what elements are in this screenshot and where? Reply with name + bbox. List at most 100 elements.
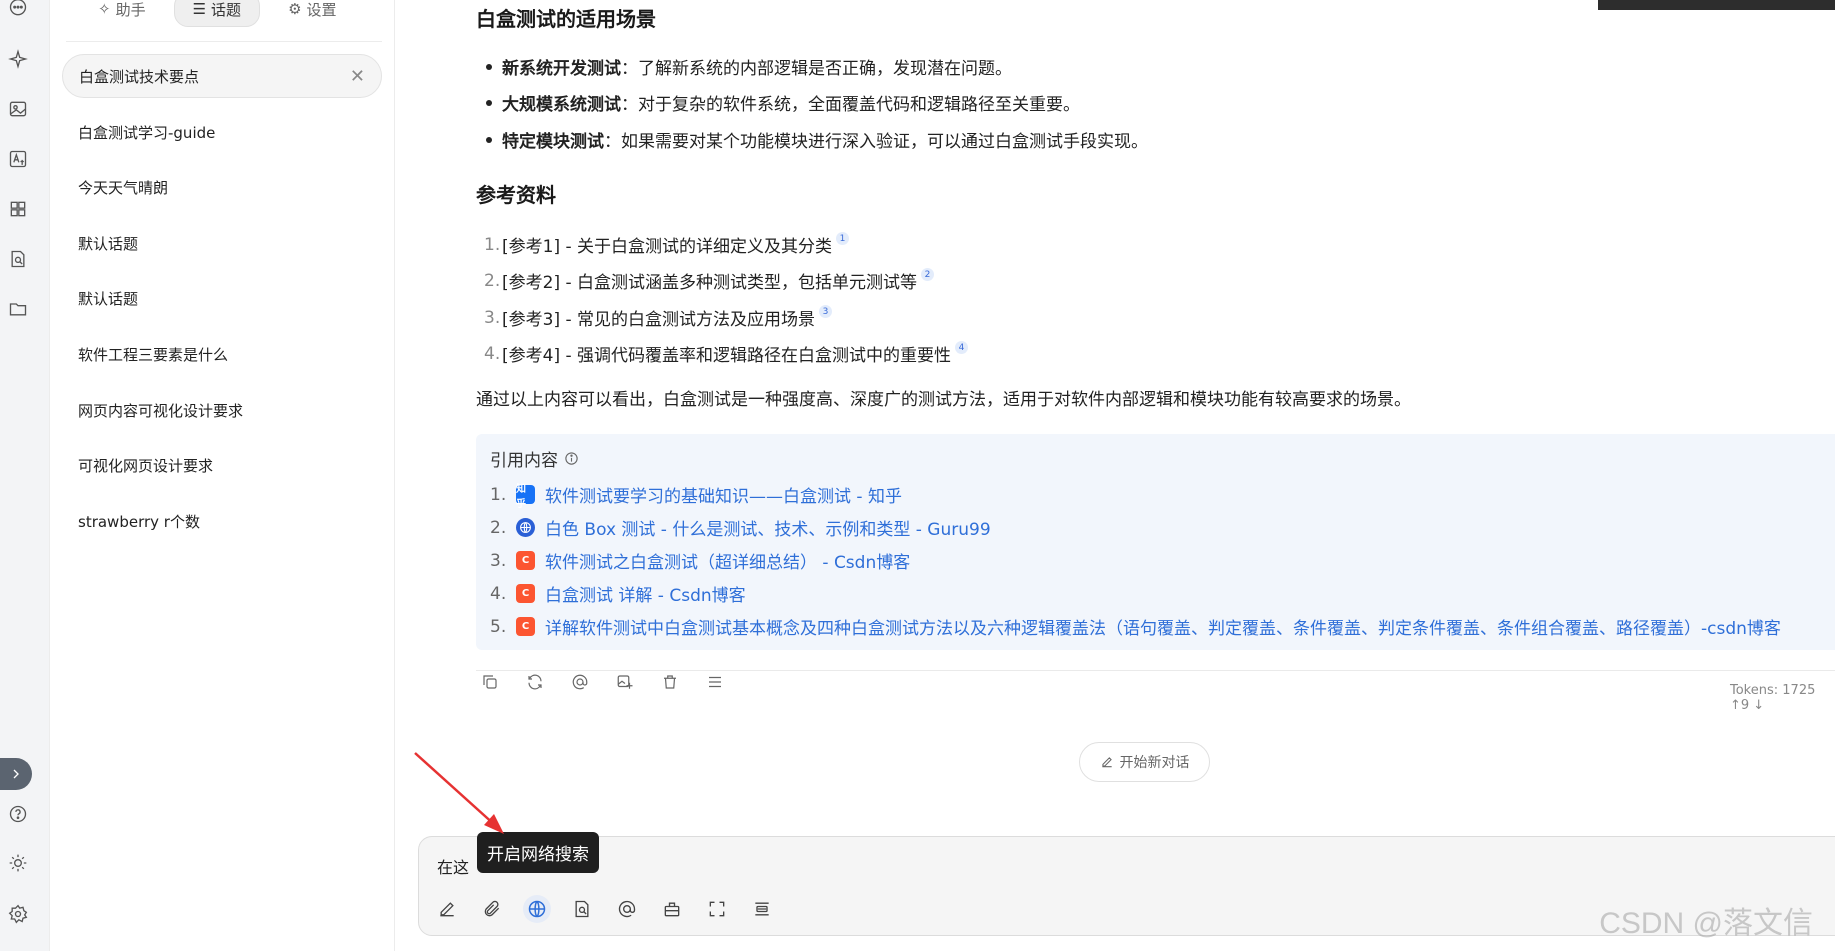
icon-rail: [0, 0, 50, 951]
info-icon[interactable]: [564, 451, 579, 466]
topic-label: 默认话题: [78, 234, 139, 253]
globe-icon: [516, 518, 535, 537]
bold-term: 新系统开发测试: [502, 59, 621, 79]
list-number: 2.: [484, 270, 501, 291]
topic-item[interactable]: 白盒测试学习-guide: [62, 110, 382, 154]
file-search-icon[interactable]: [6, 247, 30, 271]
bold-term: 特定模块测试: [502, 132, 604, 152]
fullscreen-icon[interactable]: [703, 895, 731, 923]
citation-link[interactable]: 软件测试之白盒测试（超详细总结） - Csdn博客: [545, 548, 910, 573]
citation-marker[interactable]: 1: [836, 232, 850, 245]
citation-item[interactable]: 4. C 白盒测试 详解 - Csdn博客: [490, 581, 746, 607]
topic-item[interactable]: 可视化网页设计要求: [62, 443, 382, 487]
citation-item[interactable]: 1. 知乎 软件测试要学习的基础知识——白盒测试 - 知乎: [490, 482, 902, 510]
section-heading: 白盒测试的适用场景: [476, 7, 656, 31]
expand-sidebar-button[interactable]: [0, 758, 32, 790]
tab-assistant[interactable]: ✧ 助手: [80, 0, 164, 26]
list-item: 3. [参考3] - 常见的白盒测试方法及应用场景 3: [484, 305, 833, 330]
theme-sun-icon[interactable]: [6, 851, 30, 875]
topic-label: 网页内容可视化设计要求: [78, 401, 244, 420]
topic-item[interactable]: 默认话题: [62, 276, 382, 320]
clear-context-icon[interactable]: [748, 895, 776, 923]
list-number: 1.: [490, 484, 507, 505]
knowledge-base-icon[interactable]: [568, 895, 596, 923]
close-icon[interactable]: ✕: [350, 66, 365, 87]
topic-item[interactable]: strawberry r个数: [62, 499, 382, 543]
topic-item[interactable]: 默认话题: [62, 221, 382, 265]
citations-panel: 引用内容 1. 知乎 软件测试要学习的基础知识——白盒测试 - 知乎 2. 白色…: [476, 434, 1835, 650]
regenerate-icon[interactable]: [521, 668, 548, 695]
list-number: 3.: [490, 550, 507, 571]
tab-topics[interactable]: ☰ 话题: [173, 0, 261, 27]
topic-sidebar: ✧ 助手 ☰ 话题 ⚙ 设置 白盒测试技术要点 ✕ 白盒测试学习-guide 今…: [50, 0, 395, 951]
citation-link[interactable]: 白盒测试 详解 - Csdn博客: [545, 581, 746, 606]
topic-label: 白盒测试学习-guide: [78, 123, 216, 142]
citation-marker[interactable]: 2: [921, 268, 935, 281]
menu-icon[interactable]: [701, 668, 728, 695]
list-number: 5.: [490, 616, 507, 637]
folder-icon[interactable]: [6, 297, 30, 321]
copy-icon[interactable]: [476, 668, 503, 695]
topic-label: 软件工程三要素是什么: [78, 345, 229, 364]
csdn-icon: C: [516, 617, 535, 636]
tab-label: 助手: [115, 0, 146, 19]
message-actions: [476, 668, 728, 695]
settings-gear-icon[interactable]: [6, 902, 30, 926]
list-number: 2.: [490, 517, 507, 538]
topic-label: 默认话题: [78, 289, 139, 308]
topic-item[interactable]: 软件工程三要素是什么: [62, 332, 382, 376]
new-chat-label: 开始新对话: [1119, 755, 1190, 771]
new-chat-button[interactable]: 开始新对话: [1079, 742, 1210, 782]
bold-term: 大规模系统测试: [502, 95, 621, 115]
attachment-icon[interactable]: [478, 895, 506, 923]
web-search-tooltip: 开启网络搜索: [477, 832, 599, 873]
item-text: ：对于复杂的软件系统，全面覆盖代码和逻辑路径至关重要。: [621, 95, 1080, 115]
list-item: 1. [参考1] - 关于白盒测试的详细定义及其分类 1: [484, 232, 850, 257]
list-item: 2. [参考2] - 白盒测试涵盖多种测试类型，包括单元测试等 2: [484, 268, 935, 293]
list-icon: ☰: [192, 0, 207, 18]
plugin-icon[interactable]: [658, 895, 686, 923]
list-item: 大规模系统测试 ：对于复杂的软件系统，全面覆盖代码和逻辑路径至关重要。: [486, 90, 1080, 115]
bullet-dot: [486, 136, 492, 143]
help-icon[interactable]: [6, 802, 30, 826]
edit-icon: [1101, 757, 1112, 768]
citation-link[interactable]: 详解软件测试中白盒测试基本概念及四种白盒测试方法以及六种逻辑覆盖法（语句覆盖、判…: [545, 614, 1781, 639]
citation-item[interactable]: 2. 白色 Box 测试 - 什么是测试、技术、示例和类型 - Guru99: [490, 515, 991, 541]
new-topic-icon[interactable]: [433, 895, 461, 923]
chat-icon[interactable]: [6, 0, 30, 20]
summary-paragraph: 通过以上内容可以看出，白盒测试是一种强度高、深度广的测试方法，适用于对软件内部逻…: [476, 390, 1411, 410]
image-icon[interactable]: [6, 97, 30, 121]
translate-icon[interactable]: [6, 147, 30, 171]
image-export-icon[interactable]: [611, 668, 638, 695]
citation-link[interactable]: 软件测试要学习的基础知识——白盒测试 - 知乎: [545, 482, 902, 507]
item-text: ：如果需要对某个功能模块进行深入验证，可以通过白盒测试手段实现。: [604, 132, 1148, 152]
list-number: 3.: [484, 307, 501, 328]
topic-item[interactable]: 今天天气晴朗: [62, 165, 382, 209]
sparkle-icon[interactable]: [6, 47, 30, 71]
item-text: ：了解新系统的内部逻辑是否正确，发现潜在问题。: [621, 59, 1012, 79]
section-heading: 参考资料: [476, 183, 556, 207]
tab-settings[interactable]: ⚙ 设置: [270, 0, 354, 26]
citation-item[interactable]: 5. C 详解软件测试中白盒测试基本概念及四种白盒测试方法以及六种逻辑覆盖法（语…: [490, 614, 1781, 640]
web-search-globe-icon[interactable]: [523, 895, 551, 923]
list-item: 4. [参考4] - 强调代码覆盖率和逻辑路径在白盒测试中的重要性 4: [484, 341, 969, 366]
citation-marker[interactable]: 3: [819, 305, 833, 318]
list-number: 4.: [484, 343, 501, 364]
chevron-right-icon: [13, 769, 19, 779]
topic-label: 可视化网页设计要求: [78, 456, 214, 475]
chat-main: 白盒测试的适用场景 新系统开发测试 ：了解新系统的内部逻辑是否正确，发现潜在问题。…: [396, 0, 1835, 951]
input-toolbar: [433, 895, 776, 923]
csdn-icon: C: [516, 584, 535, 603]
citation-item[interactable]: 3. C 软件测试之白盒测试（超详细总结） - Csdn博客: [490, 548, 910, 574]
mention-icon[interactable]: [566, 668, 593, 695]
apps-grid-icon[interactable]: [6, 197, 30, 221]
delete-icon[interactable]: [656, 668, 683, 695]
citation-marker[interactable]: 4: [955, 341, 969, 354]
topic-item-active[interactable]: 白盒测试技术要点 ✕: [62, 54, 382, 98]
topic-item[interactable]: 网页内容可视化设计要求: [62, 388, 382, 432]
mention-icon[interactable]: [613, 895, 641, 923]
item-text: [参考2] - 白盒测试涵盖多种测试类型，包括单元测试等: [502, 273, 918, 293]
citation-link[interactable]: 白色 Box 测试 - 什么是测试、技术、示例和类型 - Guru99: [545, 515, 991, 540]
citations-title: 引用内容: [490, 451, 558, 471]
zhihu-icon: 知乎: [516, 484, 535, 510]
